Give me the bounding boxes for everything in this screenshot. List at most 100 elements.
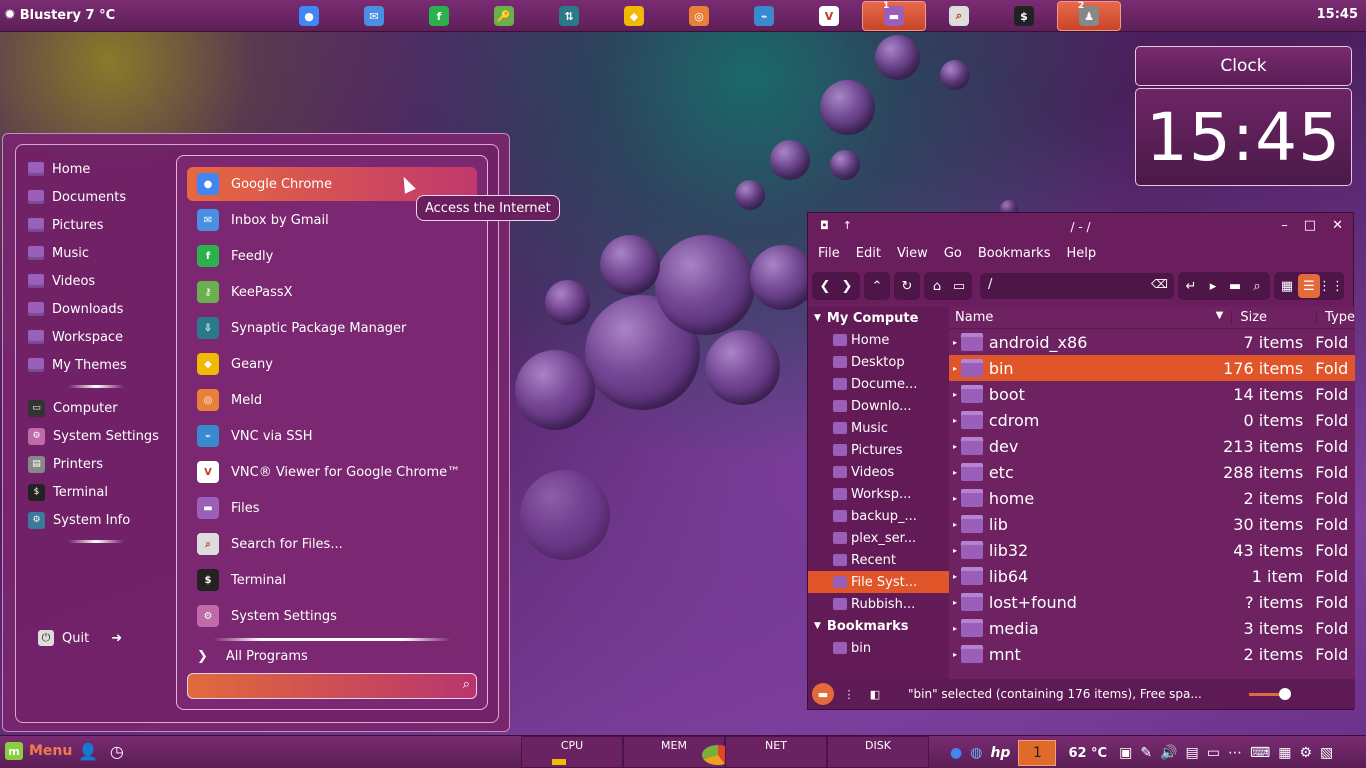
table-row[interactable]: ▸ etc 288 items Fold (949, 459, 1355, 485)
sidebar-item[interactable]: backup_... (808, 505, 949, 527)
sidebar-item[interactable]: Recent (808, 549, 949, 571)
place-item[interactable]: Music (28, 239, 178, 267)
monitor-net[interactable]: NET (725, 736, 827, 768)
place-item[interactable]: Videos (28, 267, 178, 295)
quit-button[interactable]: ⏻ Quit ➜ (38, 630, 122, 646)
settings-gear-icon[interactable]: ⚙ (1299, 745, 1312, 761)
table-row[interactable]: ▸ android_x86 7 items Fold (949, 329, 1355, 355)
sidebar-item[interactable]: Videos (808, 461, 949, 483)
tree-toggle-icon[interactable]: ⋮ (838, 683, 860, 705)
expander-icon[interactable]: ▸ (949, 624, 961, 633)
window-titlebar[interactable]: ◘ ↑ / - / – □ ✕ (808, 213, 1353, 241)
app-item[interactable]: ⌕ Search for Files... (187, 527, 477, 561)
expander-icon[interactable]: ▸ (949, 468, 961, 477)
launcher-button[interactable]: 🔑 (472, 1, 536, 31)
keyboard-icon[interactable]: ⌨ (1250, 745, 1270, 761)
launcher-button[interactable]: ◎ (667, 1, 731, 31)
menu-item[interactable]: Edit (856, 246, 881, 261)
sleep-icon[interactable]: ▣ (1119, 745, 1132, 761)
app-item[interactable]: ◎ Meld (187, 383, 477, 417)
launcher-button[interactable]: ● (277, 1, 341, 31)
desktop-icon[interactable]: ▧ (1320, 745, 1333, 761)
menu-button[interactable]: m Menu (5, 742, 72, 760)
forward-button[interactable]: ❯ (836, 274, 858, 298)
sidebar-item[interactable]: Docume... (808, 373, 949, 395)
app-item[interactable]: ▬ Files (187, 491, 477, 525)
expander-icon[interactable]: ▸ (949, 442, 961, 451)
launcher-button[interactable]: ▬ 1 (862, 1, 926, 31)
launcher-button[interactable]: ⌕ (927, 1, 991, 31)
weather-applet[interactable]: ✹ Blustery 7 °C (4, 7, 115, 23)
volume-icon[interactable]: 🔊 (1160, 745, 1177, 761)
app-item[interactable]: $ Terminal (187, 563, 477, 597)
search-button[interactable]: ⌕ (1246, 274, 1268, 298)
place-item[interactable]: Documents (28, 183, 178, 211)
menu-item[interactable]: View (897, 246, 928, 261)
expander-icon[interactable]: ▸ (949, 572, 961, 581)
place-item[interactable]: Home (28, 155, 178, 183)
up-button[interactable]: ⌃ (866, 274, 888, 298)
table-row[interactable]: ▸ cdrom 0 items Fold (949, 407, 1355, 433)
window-menu-icon[interactable]: ◘ (820, 219, 829, 232)
zoom-slider[interactable] (1249, 688, 1291, 700)
app-item[interactable]: ⌁ VNC via SSH (187, 419, 477, 453)
more-icon[interactable]: ⋯ (1228, 745, 1242, 761)
network-globe-icon[interactable]: ◍ (970, 745, 982, 761)
expander-icon[interactable]: ▸ (949, 650, 961, 659)
app-item[interactable]: ⚷ KeePassX (187, 275, 477, 309)
system-item[interactable]: $ Terminal (28, 478, 178, 506)
table-row[interactable]: ▸ lib32 43 items Fold (949, 537, 1355, 563)
place-item[interactable]: Pictures (28, 211, 178, 239)
hide-sidebar-icon[interactable]: ◧ (864, 683, 886, 705)
menu-item[interactable]: Help (1066, 246, 1096, 261)
expander-icon[interactable]: ▸ (949, 416, 961, 425)
back-button[interactable]: ❮ (814, 274, 836, 298)
sidebar-item[interactable]: Downlo... (808, 395, 949, 417)
maximize-button[interactable]: □ (1304, 218, 1316, 233)
launcher-button[interactable]: $ (992, 1, 1056, 31)
sidebar-item[interactable]: Pictures (808, 439, 949, 461)
table-row[interactable]: ▸ lost+found ? items Fold (949, 589, 1355, 615)
app-item[interactable]: V VNC® Viewer for Google Chrome™ (187, 455, 477, 489)
table-row[interactable]: ▸ home 2 items Fold (949, 485, 1355, 511)
table-row[interactable]: ▸ mnt 2 items Fold (949, 641, 1355, 667)
list-view-button[interactable]: ☰ (1298, 274, 1320, 298)
column-size[interactable]: Size (1231, 310, 1316, 325)
panel-clock[interactable]: 15:45 (1317, 7, 1358, 22)
menu-item[interactable]: Go (944, 246, 962, 261)
menu-item[interactable]: File (818, 246, 840, 261)
home-button[interactable]: ⌂ (926, 274, 948, 298)
table-row[interactable]: ▸ boot 14 items Fold (949, 381, 1355, 407)
app-item[interactable]: f Feedly (187, 239, 477, 273)
launcher-button[interactable]: ✉ (342, 1, 406, 31)
column-type[interactable]: Type (1316, 310, 1355, 325)
monitor-cpu[interactable]: CPU (521, 736, 623, 768)
clipboard-icon[interactable]: ▤ (1186, 745, 1199, 761)
up-arrow-icon[interactable]: ↑ (843, 219, 852, 232)
reload-button[interactable]: ↻ (896, 274, 918, 298)
app-item[interactable]: ⇩ Synaptic Package Manager (187, 311, 477, 345)
app-item[interactable]: ⚙ System Settings (187, 599, 477, 633)
sidebar-item[interactable]: Home (808, 329, 949, 351)
expander-icon[interactable]: ▸ (949, 598, 961, 607)
chrome-icon[interactable]: ● (950, 745, 962, 761)
sidebar-section-computer[interactable]: ▼ My Compute (808, 307, 949, 329)
icon-view-button[interactable]: ▦ (1276, 274, 1298, 298)
sidebar-item[interactable]: plex_ser... (808, 527, 949, 549)
compact-view-button[interactable]: ⋮⋮ (1318, 274, 1344, 298)
launcher-button[interactable]: ♟ 2 (1057, 1, 1121, 31)
terminal-button[interactable]: ▸ (1202, 274, 1224, 298)
close-button[interactable]: ✕ (1332, 218, 1343, 233)
sidebar-item[interactable]: Music (808, 417, 949, 439)
history-icon[interactable]: ◷ (110, 742, 124, 761)
clear-icon[interactable]: ⌫ (1151, 277, 1168, 291)
menu-item[interactable]: Bookmarks (978, 246, 1051, 261)
table-row[interactable]: ▸ lib64 1 item Fold (949, 563, 1355, 589)
sidebar-item[interactable]: Rubbish... (808, 593, 949, 615)
grid-icon[interactable]: ▦ (1278, 745, 1291, 761)
system-item[interactable]: ▭ Computer (28, 394, 178, 422)
expander-icon[interactable]: ▸ (949, 390, 961, 399)
computer-button[interactable]: ▭ (948, 274, 970, 298)
system-item[interactable]: ▤ Printers (28, 450, 178, 478)
expander-icon[interactable]: ▸ (949, 494, 961, 503)
